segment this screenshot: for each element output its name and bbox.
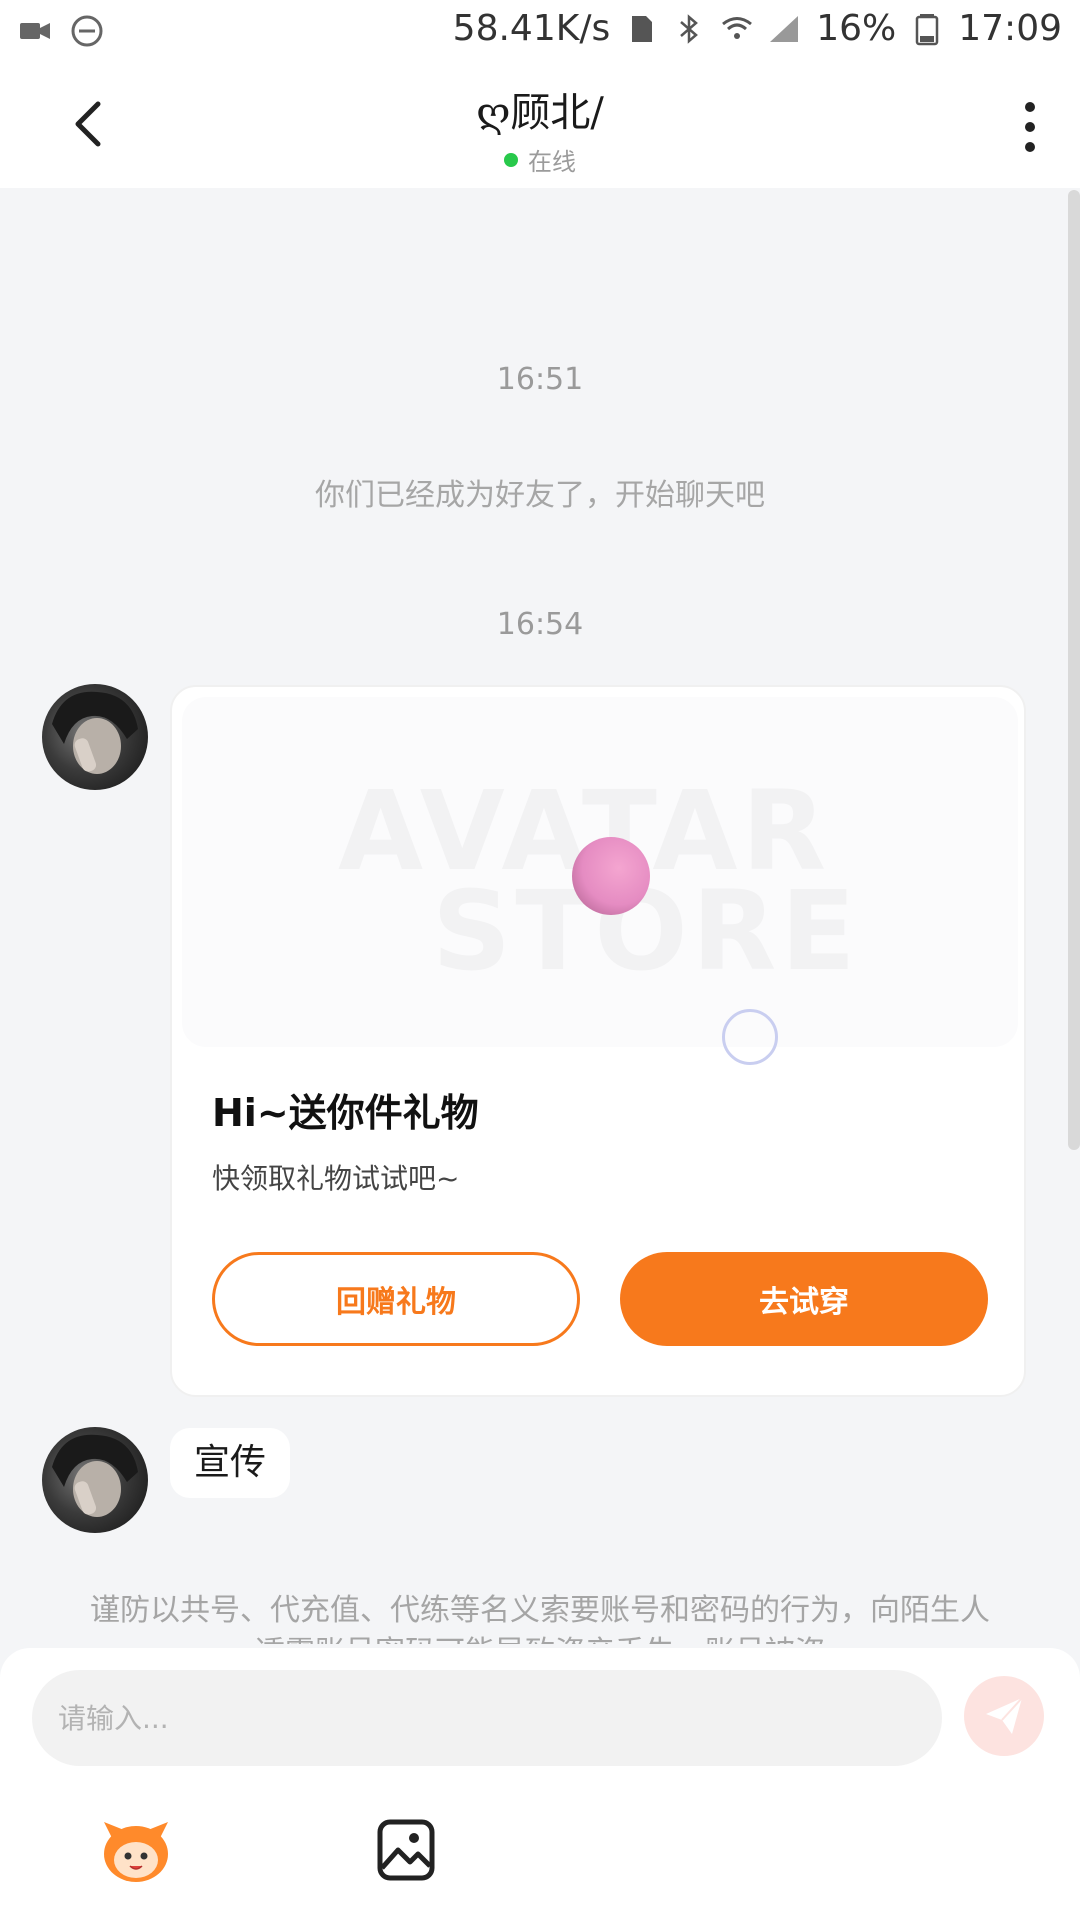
wifi-icon (722, 16, 753, 39)
battery-percent: 16% (816, 8, 897, 49)
gift-card[interactable]: AVATAR STORE Hi~送你件礼物 快领取礼物试试吧~ 回赠礼物 去试穿 (170, 685, 1026, 1397)
bluetooth-icon (680, 13, 699, 44)
header-title: ღ顾北/ 在线 (0, 80, 1080, 177)
try-on-button[interactable]: 去试穿 (620, 1252, 988, 1346)
message-bubble[interactable]: 宣传 (170, 1428, 291, 1498)
loading-spinner-icon (722, 1009, 778, 1065)
network-speed: 58.41K/s (452, 8, 611, 49)
chat-scrollbar[interactable] (1068, 190, 1080, 1150)
avatar[interactable] (42, 1427, 148, 1533)
chat-header: ღ顾北/ 在线 (0, 64, 1080, 188)
send-button[interactable] (964, 1676, 1044, 1756)
video-camera-icon (20, 23, 50, 39)
system-message: 你们已经成为好友了，开始聊天吧 (315, 478, 765, 513)
online-status-text: 在线 (528, 148, 576, 176)
more-options-icon[interactable] (1010, 99, 1050, 155)
timestamp: 16:51 (496, 362, 584, 397)
battery-icon (916, 13, 939, 45)
timestamp: 16:54 (496, 607, 584, 642)
online-status: 在线 (0, 142, 1080, 177)
cell-signal-icon (770, 15, 799, 42)
online-dot-icon (504, 152, 518, 167)
sticker-mascot-icon[interactable] (94, 1808, 178, 1892)
do-not-disturb-icon (71, 15, 103, 47)
send-paper-plane-icon (986, 1697, 1023, 1734)
return-gift-button[interactable]: 回赠礼物 (212, 1252, 580, 1346)
gift-preview-image[interactable]: AVATAR STORE (182, 697, 1018, 1047)
avatar-photo-icon (52, 691, 138, 774)
avatar[interactable] (42, 684, 148, 790)
clock: 17:09 (958, 8, 1062, 49)
message-input[interactable] (32, 1670, 942, 1766)
gift-subtitle: 快领取礼物试试吧~ (212, 1162, 460, 1195)
image-gallery-icon[interactable] (364, 1808, 448, 1892)
gift-title: Hi~送你件礼物 (212, 1091, 479, 1135)
contact-name: ღ顾北/ (476, 90, 604, 136)
status-bar: 58.41K/s 16% 17:09 (0, 0, 1080, 64)
input-area (0, 1648, 1080, 1920)
gift-item-ball (572, 837, 650, 915)
avatar-photo-icon (52, 1434, 138, 1517)
sim-card-icon (632, 15, 653, 42)
security-warning: 谨防以共号、代充值、代练等名义索要账号和密码的行为，向陌生人透露账号密码可能导致… (90, 1593, 990, 1644)
